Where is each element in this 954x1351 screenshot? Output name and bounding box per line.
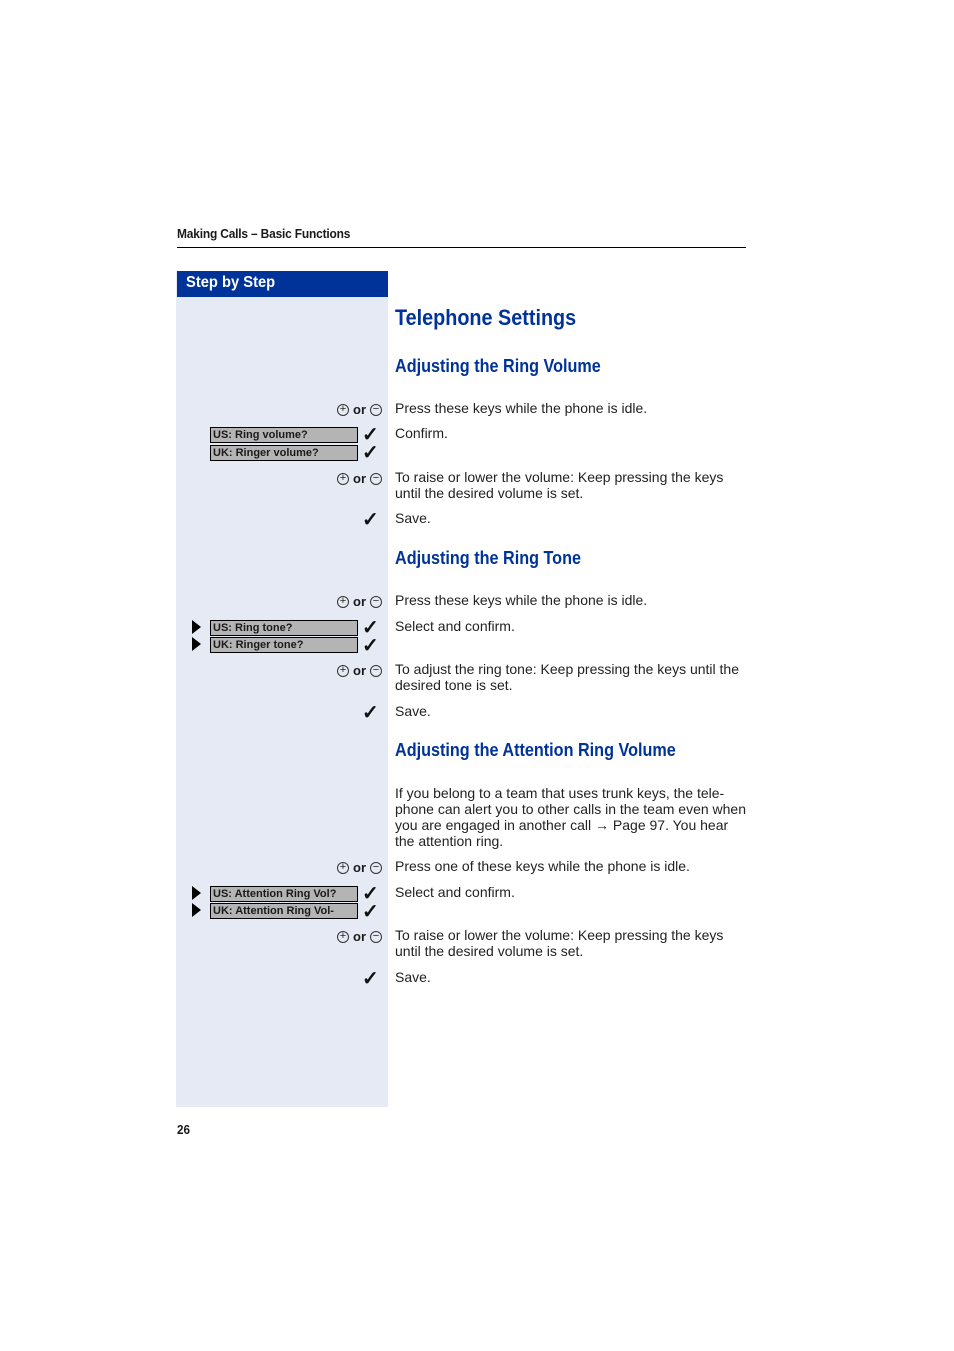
check-icon[interactable]: ✓: [362, 510, 379, 530]
or-label: or: [353, 471, 366, 486]
or-label: or: [353, 594, 366, 609]
plus-or-minus-keys: + or −: [337, 471, 382, 486]
minus-key-icon[interactable]: −: [370, 930, 382, 943]
check-icon[interactable]: ✓: [362, 969, 379, 989]
plus-key-icon[interactable]: +: [337, 595, 349, 608]
page-number: 26: [177, 1122, 191, 1137]
step-text: Select and confirm.: [395, 884, 515, 900]
section-title-ring-tone: Adjusting the Ring Tone: [395, 548, 581, 568]
select-arrow-icon[interactable]: [192, 886, 201, 900]
select-arrow-icon[interactable]: [192, 620, 201, 634]
minus-key-icon[interactable]: −: [370, 595, 382, 608]
plus-key-icon[interactable]: +: [337, 664, 349, 677]
display-option-us[interactable]: US: Ring volume?: [210, 427, 358, 443]
check-icon[interactable]: ✓: [362, 636, 379, 656]
plus-or-minus-keys: + or −: [337, 402, 382, 417]
display-option-uk[interactable]: UK: Ringer tone?: [210, 637, 358, 653]
display-option-us[interactable]: US: Ring tone?: [210, 620, 358, 636]
minus-key-icon[interactable]: −: [370, 664, 382, 677]
step-text: Press these keys while the phone is idle…: [395, 400, 648, 416]
step-by-step-heading: Step by Step: [177, 271, 388, 297]
minus-key-icon[interactable]: −: [370, 472, 382, 485]
or-label: or: [353, 929, 366, 944]
plus-or-minus-keys: + or −: [337, 860, 382, 875]
plus-key-icon[interactable]: +: [337, 403, 349, 416]
check-icon[interactable]: ✓: [362, 703, 379, 723]
plus-key-icon[interactable]: +: [337, 861, 349, 874]
plus-key-icon[interactable]: +: [337, 930, 349, 943]
step-text: Save.: [395, 510, 431, 526]
step-by-step-column: [176, 271, 388, 1107]
check-icon[interactable]: ✓: [362, 902, 379, 922]
display-option-us[interactable]: US: Attention Ring Vol?: [210, 886, 358, 902]
step-text: Press these keys while the phone is idle…: [395, 592, 648, 608]
plus-or-minus-keys: + or −: [337, 929, 382, 944]
step-text: Save.: [395, 703, 431, 719]
plus-key-icon[interactable]: +: [337, 472, 349, 485]
step-text: Save.: [395, 969, 431, 985]
plus-or-minus-keys: + or −: [337, 663, 382, 678]
step-text: Confirm.: [395, 425, 448, 441]
header-rule: [177, 247, 746, 248]
running-header: Making Calls – Basic Functions: [177, 226, 351, 241]
select-arrow-icon[interactable]: [192, 903, 201, 917]
or-label: or: [353, 663, 366, 678]
or-label: or: [353, 860, 366, 875]
step-text: To raise or lower the volume: Keep press…: [395, 469, 724, 501]
step-text: To adjust the ring tone: Keep pressing t…: [395, 661, 739, 693]
step-text: Select and confirm.: [395, 618, 515, 634]
step-text: To raise or lower the volume: Keep press…: [395, 927, 724, 959]
section-title-attention-ring-volume: Adjusting the Attention Ring Volume: [395, 740, 676, 760]
or-label: or: [353, 402, 366, 417]
section-title-ring-volume: Adjusting the Ring Volume: [395, 356, 601, 376]
check-icon[interactable]: ✓: [362, 443, 379, 463]
select-arrow-icon[interactable]: [192, 637, 201, 651]
step-text: Press one of these keys while the phone …: [395, 858, 690, 874]
minus-key-icon[interactable]: −: [370, 861, 382, 874]
section-intro: If you belong to a team that uses trunk …: [395, 785, 746, 849]
minus-key-icon[interactable]: −: [370, 403, 382, 416]
plus-or-minus-keys: + or −: [337, 594, 382, 609]
display-option-uk[interactable]: UK: Attention Ring Vol-: [210, 903, 358, 919]
page-title: Telephone Settings: [395, 305, 577, 330]
display-option-uk[interactable]: UK: Ringer volume?: [210, 445, 358, 461]
